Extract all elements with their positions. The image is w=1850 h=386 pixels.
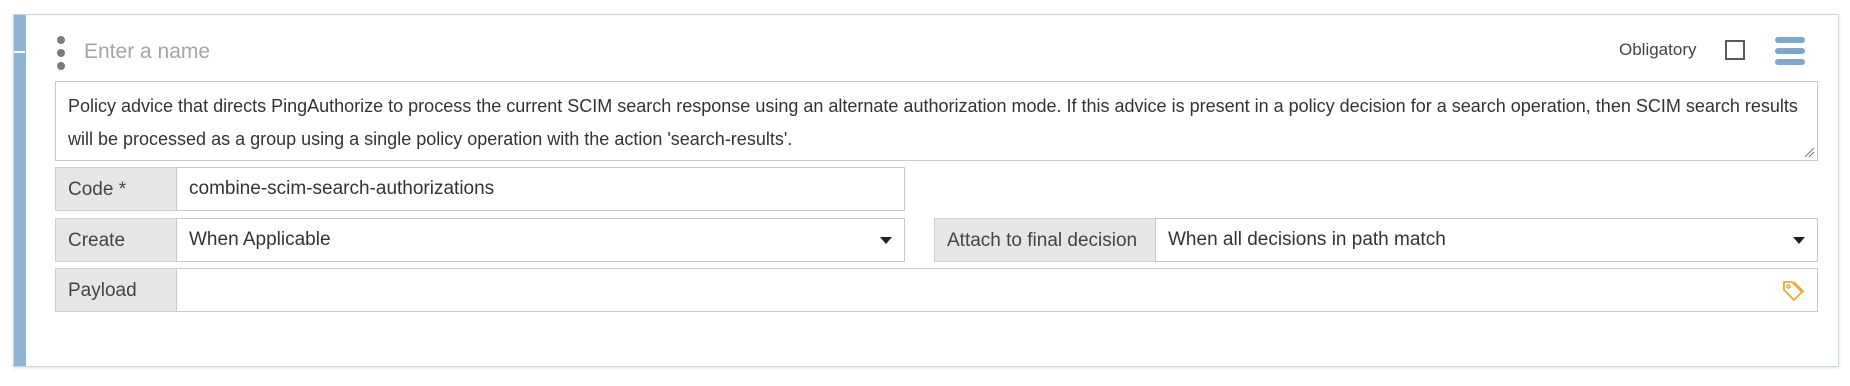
advice-panel: Obligatory Policy advice that directs Pi…	[13, 14, 1839, 367]
advice-name-input[interactable]	[84, 35, 984, 69]
code-input[interactable]: combine-scim-search-authorizations	[176, 167, 905, 211]
tag-icon[interactable]	[1781, 279, 1805, 303]
create-select[interactable]: When Applicable	[176, 218, 905, 262]
drag-handle-icon[interactable]	[56, 36, 66, 70]
payload-label: Payload	[55, 268, 177, 312]
collapse-icon[interactable]	[14, 51, 25, 53]
attach-selected-value: When all decisions in path match	[1168, 229, 1446, 250]
attach-label: Attach to final decision	[934, 218, 1156, 262]
chevron-down-icon	[1793, 237, 1805, 244]
chevron-down-icon	[880, 237, 892, 244]
code-value: combine-scim-search-authorizations	[189, 178, 495, 199]
create-selected-value: When Applicable	[189, 229, 331, 250]
payload-input[interactable]	[176, 268, 1818, 312]
attach-select[interactable]: When all decisions in path match	[1155, 218, 1818, 262]
panel-accent-bar	[14, 15, 26, 366]
resize-grip-icon[interactable]	[1803, 146, 1815, 158]
code-label: Code *	[55, 167, 177, 211]
create-label: Create	[55, 218, 177, 262]
description-textarea[interactable]: Policy advice that directs PingAuthorize…	[55, 81, 1818, 161]
description-text: Policy advice that directs PingAuthorize…	[68, 96, 1798, 149]
obligatory-checkbox[interactable]	[1725, 40, 1745, 60]
obligatory-label: Obligatory	[1619, 40, 1697, 59]
hamburger-menu-icon[interactable]	[1775, 37, 1805, 65]
